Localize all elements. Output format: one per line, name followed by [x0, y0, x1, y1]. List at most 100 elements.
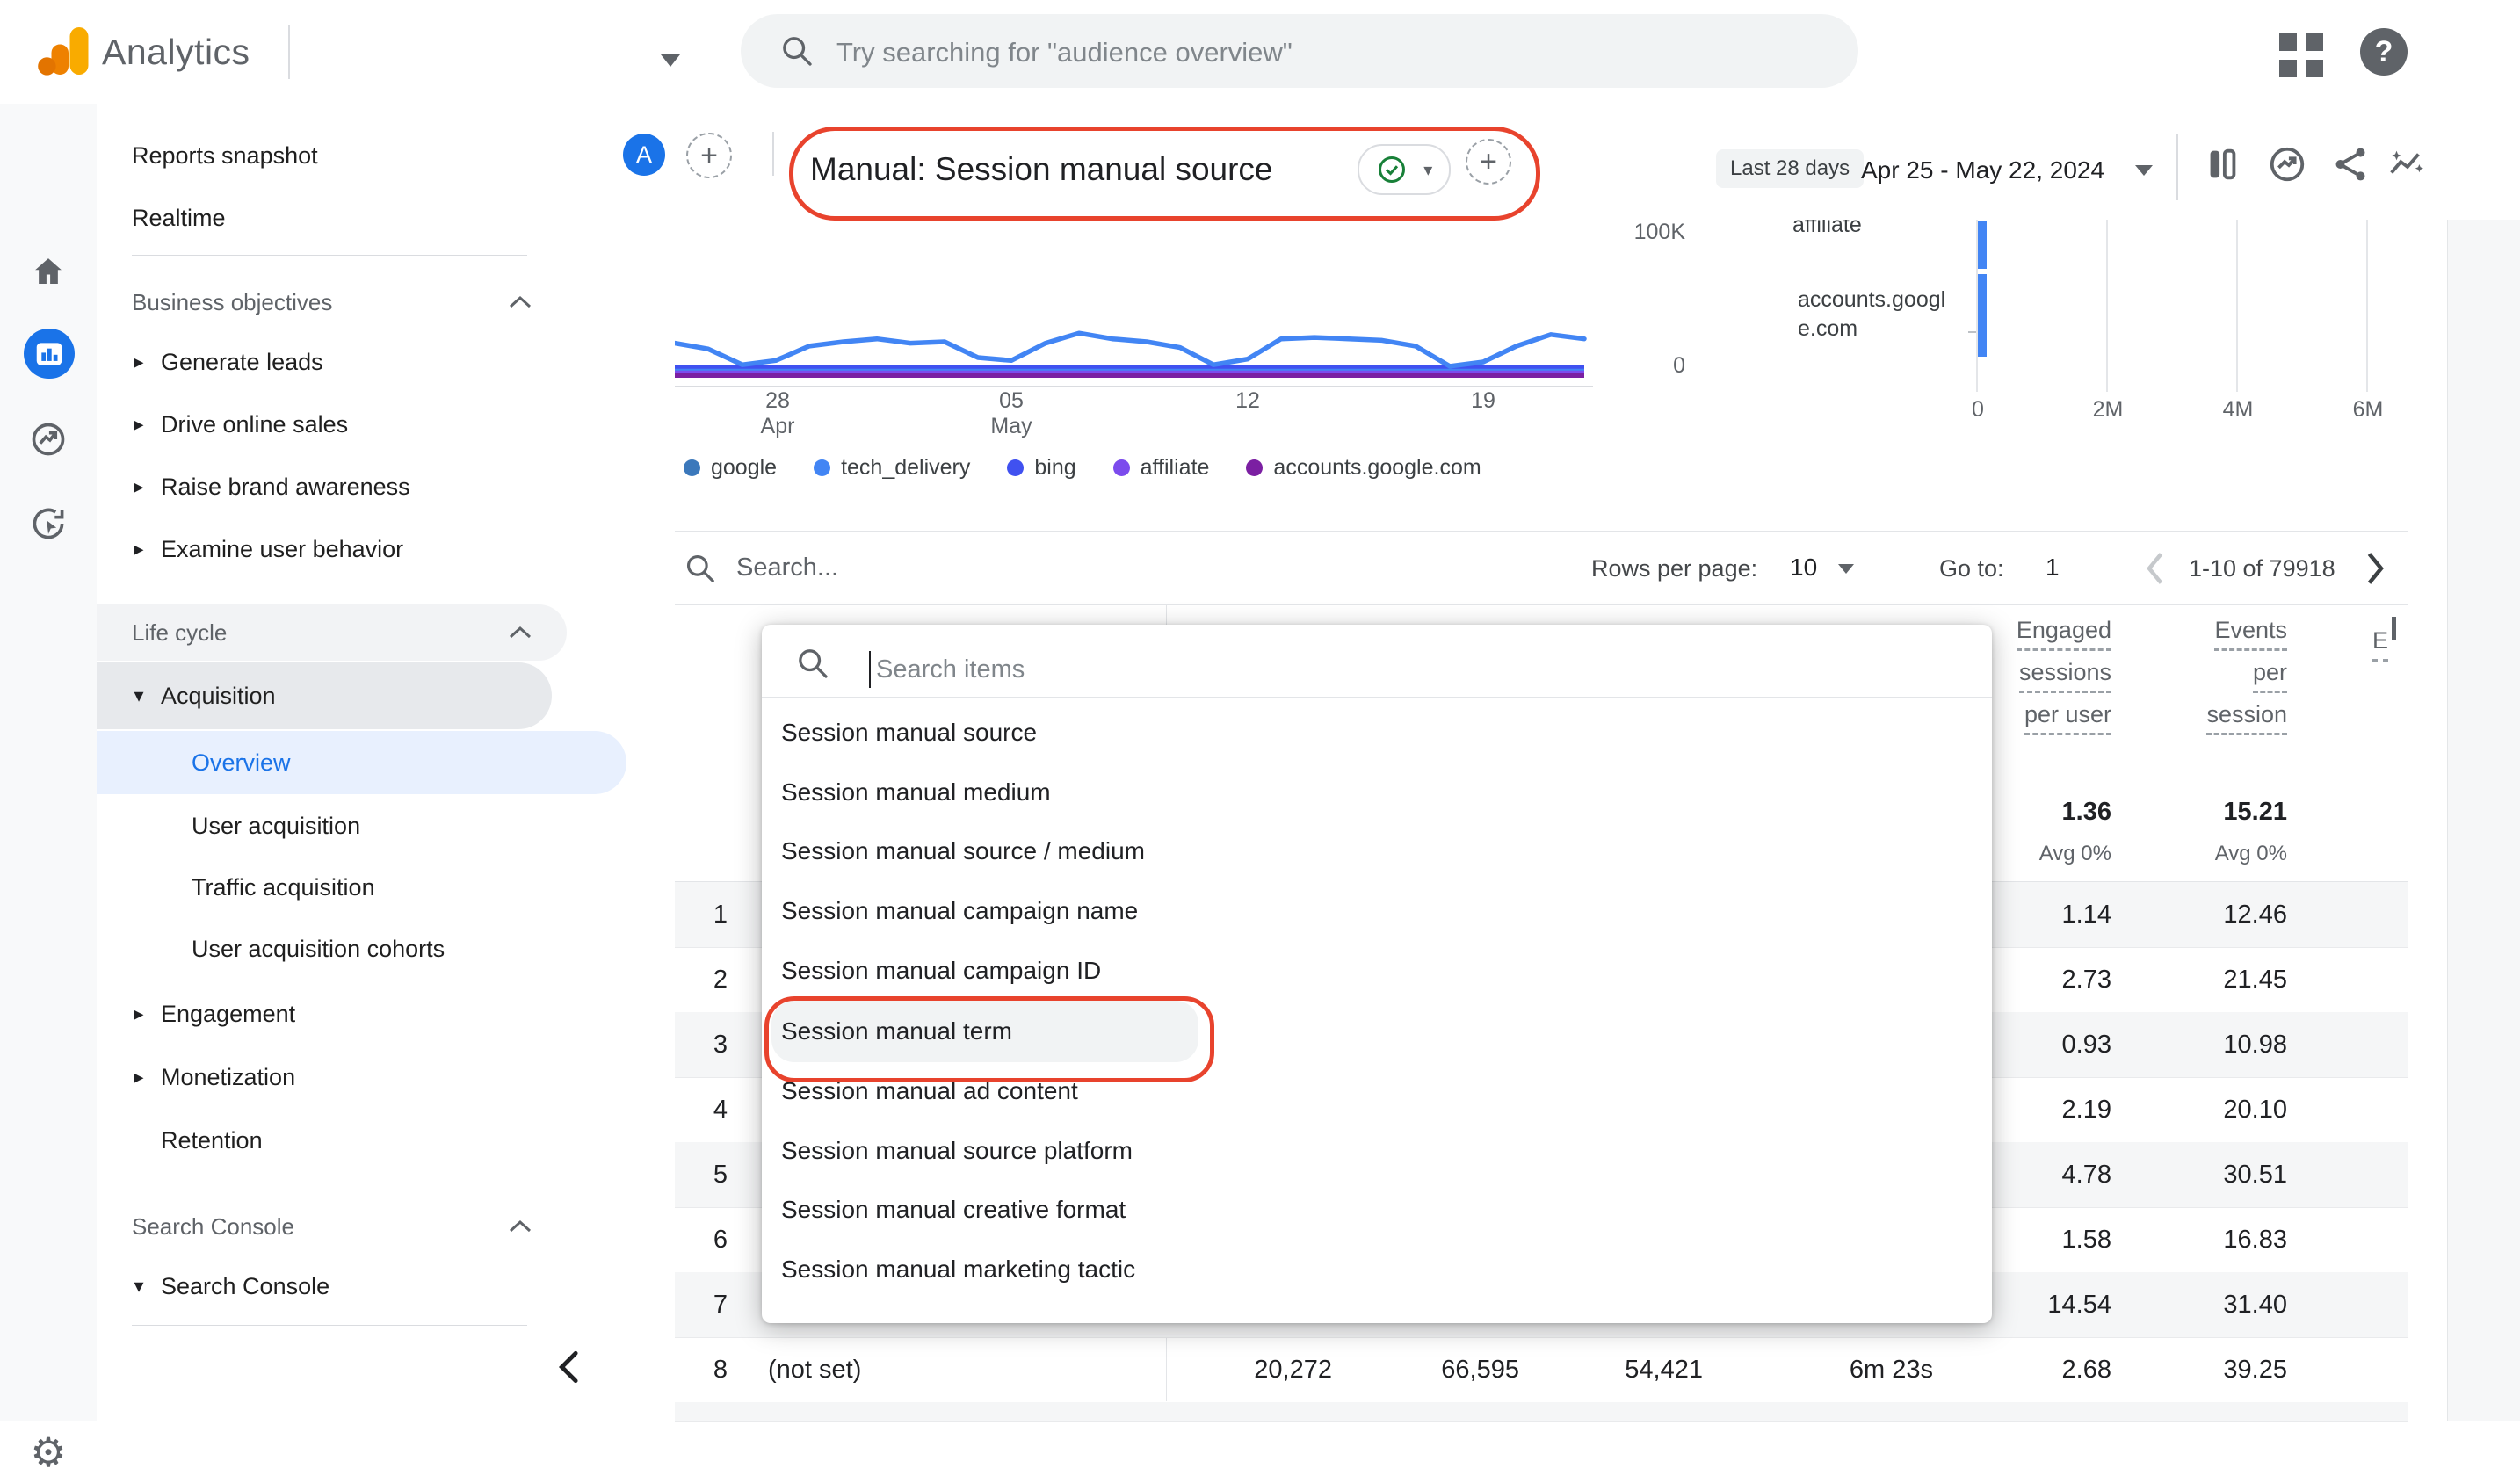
collapse-arrow-icon: ▾	[117, 684, 161, 707]
edit-comparison-icon[interactable]	[2202, 144, 2242, 184]
chevron-down-icon	[661, 54, 680, 67]
sidebar-item-realtime[interactable]: Realtime	[97, 190, 567, 246]
share-icon[interactable]	[2330, 144, 2371, 184]
dropdown-item-session-manual-campaign-name[interactable]: Session manual campaign name	[762, 882, 1994, 940]
dropdown-item-session-manual-creative-format[interactable]: Session manual creative format	[762, 1181, 1994, 1239]
dropdown-item-session-manual-ad-content[interactable]: Session manual ad content	[762, 1062, 1994, 1120]
section-business-objectives[interactable]: Business objectives	[97, 274, 567, 330]
sidebar-item-traffic-acquisition[interactable]: Traffic acquisition	[97, 859, 626, 915]
dropdown-item-session-manual-source-platform[interactable]: Session manual source platform	[762, 1122, 1994, 1180]
table-search-icon[interactable]	[684, 552, 717, 585]
section-life-cycle[interactable]: Life cycle	[97, 604, 567, 661]
legend-accounts-google-com[interactable]: accounts.google.com	[1246, 455, 1481, 481]
total-events-per-session: 15.21	[2111, 798, 2287, 827]
sidebar-item-monetization[interactable]: ▸Monetization	[97, 1049, 552, 1105]
chevron-down-icon[interactable]	[1838, 564, 1854, 574]
search-placeholder: Try searching for "audience overview"	[836, 37, 1293, 69]
property-selector[interactable]	[661, 54, 680, 67]
home-icon[interactable]	[0, 253, 97, 290]
dropdown-item-session-manual-term-highlighted[interactable]: Session manual term	[771, 1001, 1198, 1062]
sidebar-item-search-console[interactable]: ▾Search Console	[97, 1258, 552, 1314]
add-filter-button[interactable]: +	[1466, 139, 1511, 184]
table-row[interactable]: 8 (not set) 20,272 66,595 54,421 6m 23s …	[675, 1337, 2408, 1403]
dropdown-item-session-manual-marketing-tactic[interactable]: Session manual marketing tactic	[762, 1241, 1994, 1299]
chevron-down-icon	[2135, 165, 2153, 176]
collapse-arrow-icon: ▾	[117, 1275, 161, 1298]
dropdown-search-input[interactable]: Search items	[876, 655, 1025, 684]
rows-per-page-select[interactable]: 10	[1790, 554, 1817, 582]
expand-arrow-icon: ▸	[117, 1066, 161, 1089]
sidebar-item-raise-brand-awareness[interactable]: ▸Raise brand awareness	[97, 459, 552, 515]
topbar-divider	[288, 25, 290, 79]
x-tick-05: 05May	[985, 388, 1038, 439]
chevron-up-icon	[507, 1219, 533, 1234]
check-circle-icon	[1376, 154, 1408, 185]
truncated-letter-fragment	[2392, 617, 2396, 640]
legend-bing[interactable]: bing	[1007, 455, 1075, 481]
admin-gear-icon[interactable]: ⚙	[0, 1429, 97, 1476]
dropdown-item-session-manual-campaign-id[interactable]: Session manual campaign ID	[762, 942, 1994, 1000]
dimension-picker-dropdown: Search items Session manual source Sessi…	[762, 625, 1992, 1323]
total-events-sub: Avg 0%	[2111, 842, 2287, 866]
sidebar-item-examine-user-behavior[interactable]: ▸Examine user behavior	[97, 521, 552, 577]
legend-dot-icon	[1246, 459, 1263, 476]
legend-google[interactable]: google	[684, 455, 777, 481]
previous-page-chevron-icon[interactable]	[2144, 550, 2165, 587]
sidebar-item-generate-leads[interactable]: ▸Generate leads	[97, 334, 552, 390]
legend-affiliate[interactable]: affiliate	[1113, 455, 1210, 481]
expand-arrow-icon: ▸	[117, 538, 161, 561]
sparkline-insights-icon[interactable]	[2386, 144, 2427, 184]
analytics-logo-icon	[32, 19, 95, 83]
col-header-events-per-session[interactable]: Events per session	[2155, 617, 2287, 743]
collapse-sidebar-chevron-icon[interactable]	[554, 1349, 585, 1385]
next-page-chevron-icon[interactable]	[2365, 550, 2386, 587]
section-search-console[interactable]: Search Console	[97, 1198, 567, 1255]
search-icon	[795, 646, 830, 681]
sidebar-item-user-acquisition-cohorts[interactable]: User acquisition cohorts	[97, 921, 626, 977]
col-header-truncated[interactable]: E	[2372, 617, 2425, 669]
sidebar-item-retention[interactable]: Retention	[97, 1112, 552, 1168]
sidebar-item-user-acquisition[interactable]: User acquisition	[97, 798, 626, 854]
legend-dot-icon	[684, 459, 700, 476]
rows-per-page-label: Rows per page:	[1591, 555, 1757, 582]
chevron-up-icon	[507, 294, 533, 310]
chevron-up-icon	[507, 625, 533, 640]
legend-tech-delivery[interactable]: tech_delivery	[814, 455, 970, 481]
add-comparison-button[interactable]: +	[686, 133, 732, 178]
google-apps-grid-icon[interactable]	[2279, 33, 2325, 79]
dimension-applied-badge[interactable]: ▾	[1358, 144, 1451, 195]
x-tick-19: 19	[1457, 388, 1510, 414]
left-icon-rail: ⚙	[0, 104, 98, 1421]
table-border	[675, 604, 2408, 605]
advertising-icon[interactable]	[0, 504, 97, 543]
expand-arrow-icon: ▸	[117, 351, 161, 373]
pagination-range: 1-10 of 79918	[2189, 555, 2335, 582]
sidebar-item-acquisition[interactable]: ▾Acquisition	[97, 662, 552, 729]
bar-x-tick-0: 0	[1965, 397, 1991, 423]
dropdown-item-session-manual-medium[interactable]: Session manual medium	[762, 763, 1994, 821]
table-row-partial	[675, 1402, 2408, 1422]
table-scroll-gutter[interactable]	[2447, 220, 2520, 1421]
bar-affiliate	[1978, 221, 1987, 269]
date-preset-chip: Last 28 days	[1716, 149, 1864, 188]
date-range-selector[interactable]: Apr 25 - May 22, 2024	[1861, 156, 2104, 184]
dropdown-item-session-manual-source-medium[interactable]: Session manual source / medium	[762, 822, 1994, 880]
sidebar-item-reports-snapshot[interactable]: Reports snapshot	[97, 127, 567, 184]
bar-label-accounts: accounts.google.com	[1798, 286, 1973, 344]
sidebar-item-drive-online-sales[interactable]: ▸Drive online sales	[97, 396, 552, 452]
table-search-input[interactable]: Search...	[736, 554, 838, 582]
legend-dot-icon	[1113, 459, 1130, 476]
sidebar-item-overview-selected[interactable]: Overview	[97, 731, 626, 794]
bar-x-tick-6m: 6M	[2348, 397, 2388, 423]
help-icon[interactable]: ?	[2360, 28, 2408, 76]
reports-nav-selected[interactable]	[24, 329, 75, 379]
sidebar-item-engagement[interactable]: ▸Engagement	[97, 986, 552, 1042]
brand-name: Analytics	[102, 32, 250, 73]
dropdown-item-session-manual-source[interactable]: Session manual source	[762, 704, 1994, 762]
chevron-down-icon: ▾	[1423, 159, 1432, 181]
bar-chart-icon	[33, 337, 66, 371]
goto-page-input[interactable]: 1	[2046, 554, 2060, 582]
insights-trend-icon[interactable]	[2267, 144, 2307, 184]
avatar[interactable]: A	[623, 134, 665, 176]
explore-icon[interactable]	[0, 420, 97, 459]
